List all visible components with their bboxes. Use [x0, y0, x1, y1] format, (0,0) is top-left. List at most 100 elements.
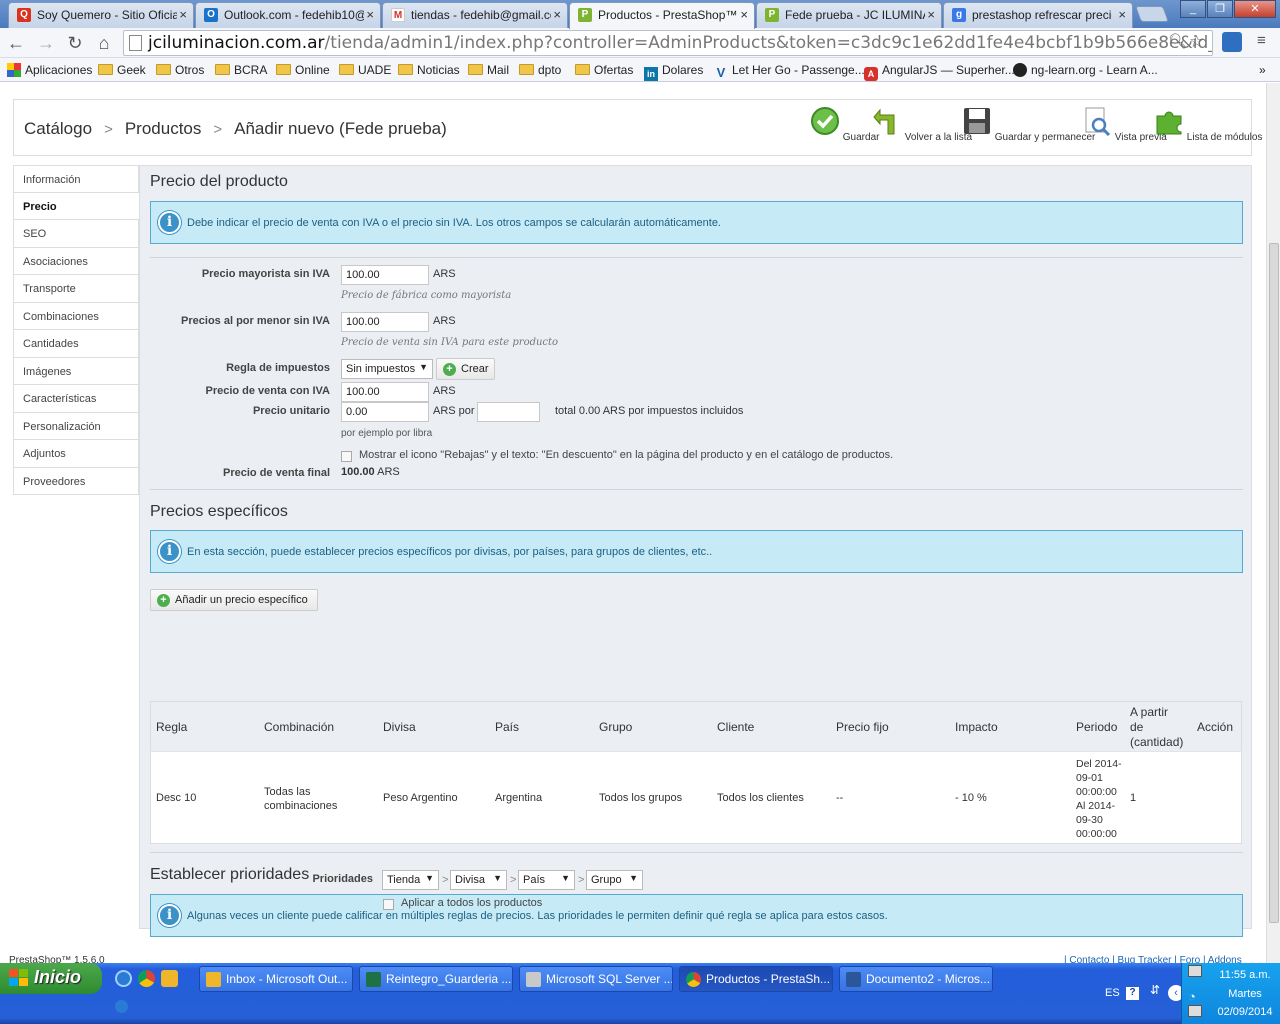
price-with-tax-input[interactable]: 100.00	[341, 382, 429, 402]
priority-separator: >	[510, 874, 517, 886]
browser-tab[interactable]: Q Soy Quemero - Sitio Oficial d ×	[8, 2, 194, 28]
taskbar-item-active[interactable]: Productos - PrestaSh...	[679, 966, 833, 992]
bookmark-link[interactable]: V Let Her Go - Passenge...	[714, 63, 865, 80]
close-icon[interactable]: ×	[1118, 7, 1126, 22]
footer-links[interactable]: | Contacto | Bug Tracker | Foro | Addons	[1064, 955, 1242, 963]
window-close-button[interactable]: ✕	[1234, 0, 1276, 18]
forward-icon[interactable]: →	[35, 32, 57, 54]
tab-seo[interactable]: SEO	[13, 220, 139, 248]
bookmark-folder[interactable]: BCRA	[215, 63, 267, 77]
tab-caracteristicas[interactable]: Características	[13, 385, 139, 413]
breadcrumb-item[interactable]: Productos	[125, 119, 202, 138]
close-icon[interactable]: ×	[179, 7, 187, 22]
save-button[interactable]: Guardar	[810, 106, 879, 143]
unit-price-input[interactable]: 0.00	[341, 402, 429, 422]
chrome-icon[interactable]	[138, 970, 155, 987]
outlook-quick-icon[interactable]	[161, 970, 178, 987]
taskbar-item[interactable]: Microsoft SQL Server ...	[519, 966, 673, 992]
back-to-list-button[interactable]: Volver a la lista	[872, 106, 972, 143]
priority-select-4[interactable]: Grupo ▼	[586, 870, 643, 890]
add-specific-price-label: Añadir un precio específico	[175, 594, 308, 606]
scrollbar-thumb[interactable]	[1269, 243, 1279, 923]
bookmark-apps[interactable]: Aplicaciones	[7, 63, 92, 77]
bookmark-folder[interactable]: Mail	[468, 63, 509, 77]
tab-personalizacion[interactable]: Personalización	[13, 412, 139, 440]
tray-arrows-icon[interactable]: ⇵	[1150, 983, 1160, 997]
on-sale-checkbox[interactable]	[341, 451, 352, 462]
close-icon[interactable]: ×	[366, 7, 374, 22]
tax-rule-select[interactable]: Sin impuestos ▼	[341, 359, 433, 379]
add-specific-price-button[interactable]: + Añadir un precio específico	[150, 589, 318, 611]
menu-icon[interactable]: ≡	[1257, 32, 1266, 49]
close-icon[interactable]: ×	[927, 7, 935, 22]
bookmark-link[interactable]: ng-learn.org - Learn A...	[1013, 63, 1158, 77]
apply-all-checkbox[interactable]	[383, 899, 394, 910]
home-icon[interactable]: ⌂	[93, 32, 115, 54]
priority-select-3[interactable]: País ▼	[518, 870, 575, 890]
minimize-button[interactable]: _	[1180, 0, 1206, 18]
wholesale-price-input[interactable]: 100.00	[341, 265, 429, 285]
tab-transporte[interactable]: Transporte	[13, 275, 139, 303]
tab-combinaciones[interactable]: Combinaciones	[13, 302, 139, 330]
unit-per-input[interactable]	[477, 402, 540, 422]
tab-cantidades[interactable]: Cantidades	[13, 330, 139, 358]
preview-button[interactable]: Vista previa	[1082, 106, 1167, 143]
taskbar-item[interactable]: Reintegro_Guarderia ...	[359, 966, 513, 992]
column-header: Impacto	[955, 720, 998, 734]
clock-time[interactable]: 11:55 a.m.	[1212, 969, 1278, 981]
bookmark-folder[interactable]: UADE	[339, 63, 391, 77]
puzzle-icon	[1156, 111, 1182, 135]
tab-precio[interactable]: Precio	[13, 192, 139, 220]
taskbar-item[interactable]: Documento2 - Micros...	[839, 966, 993, 992]
ie-icon[interactable]	[115, 970, 132, 987]
browser-tab[interactable]: P Fede prueba - JC ILUMINAC ×	[756, 2, 942, 28]
extension-icon[interactable]	[1222, 32, 1242, 52]
address-bar[interactable]: jciluminacion.com.ar/tienda/admin1/index…	[123, 30, 1213, 56]
tray-monitor-icon[interactable]	[1188, 1005, 1202, 1017]
bookmark-star-icon[interactable]: ☆	[1189, 32, 1204, 52]
priority-select-2[interactable]: Divisa ▼	[450, 870, 507, 890]
page-header: Catálogo > Productos > Añadir nuevo (Fede pr…	[13, 99, 1262, 156]
final-price-label: Precio de venta final	[223, 467, 330, 479]
tab-asociaciones[interactable]: Asociaciones	[13, 247, 139, 275]
tray-app-icon[interactable]: ◔	[1188, 989, 1196, 1004]
tab-proveedores[interactable]: Proveedores	[13, 467, 139, 495]
browser-tab[interactable]: M tiendas - fedehib@gmail.com ×	[382, 2, 568, 28]
breadcrumb-item[interactable]: Catálogo	[24, 119, 92, 138]
tab-adjuntos[interactable]: Adjuntos	[13, 440, 139, 468]
start-button[interactable]: Inicio	[0, 963, 102, 994]
priority-select-1[interactable]: Tienda ▼	[382, 870, 439, 890]
bookmark-link[interactable]: in Dolares	[644, 63, 703, 81]
tab-informacion[interactable]: Información	[13, 165, 139, 193]
browser-tab-active[interactable]: P Productos - PrestaShop™ ×	[569, 2, 755, 29]
bookmark-folder[interactable]: Noticias	[398, 63, 460, 77]
maximize-button[interactable]: ❐	[1207, 0, 1233, 18]
network-icon[interactable]	[1188, 965, 1202, 977]
page-scrollbar[interactable]	[1266, 83, 1280, 963]
browser-tab[interactable]: O Outlook.com - fedehib10@h ×	[195, 2, 381, 28]
close-icon[interactable]: ×	[740, 7, 748, 22]
create-tax-button[interactable]: + Crear	[436, 358, 495, 380]
help-icon[interactable]: ?	[1126, 987, 1139, 1000]
retail-price-input[interactable]: 100.00	[341, 312, 429, 332]
browser-tab[interactable]: g prestashop refrescar precio ×	[943, 2, 1133, 28]
taskbar-item[interactable]: Inbox - Microsoft Out...	[199, 966, 353, 992]
bookmark-folder[interactable]: Ofertas	[575, 63, 633, 77]
search-icon[interactable]: 🔍︎	[1168, 32, 1187, 50]
tab-imagenes[interactable]: Imágenes	[13, 357, 139, 385]
close-icon[interactable]: ×	[553, 7, 561, 22]
bookmark-folder[interactable]: Online	[276, 63, 330, 77]
language-indicator[interactable]: ES	[1105, 987, 1120, 999]
bookmark-folder[interactable]: Otros	[156, 63, 204, 77]
bookmark-folder[interactable]: dpto	[519, 63, 561, 77]
new-tab-button[interactable]	[1135, 6, 1169, 22]
back-icon[interactable]: ←	[5, 32, 27, 54]
modules-list-button[interactable]: Lista de módulos	[1154, 106, 1262, 143]
save-and-stay-button[interactable]: Guardar y permanecer	[962, 106, 1095, 143]
bookmark-link[interactable]: A AngularJS — Superher...	[864, 63, 1015, 81]
bookmarks-overflow[interactable]: »	[1259, 63, 1266, 77]
bookmark-folder[interactable]: Geek	[98, 63, 146, 77]
reload-icon[interactable]: ↻	[64, 32, 86, 54]
ie-small-icon[interactable]	[115, 1000, 128, 1013]
cell-combinacion: Todas las combinaciones	[264, 786, 338, 812]
